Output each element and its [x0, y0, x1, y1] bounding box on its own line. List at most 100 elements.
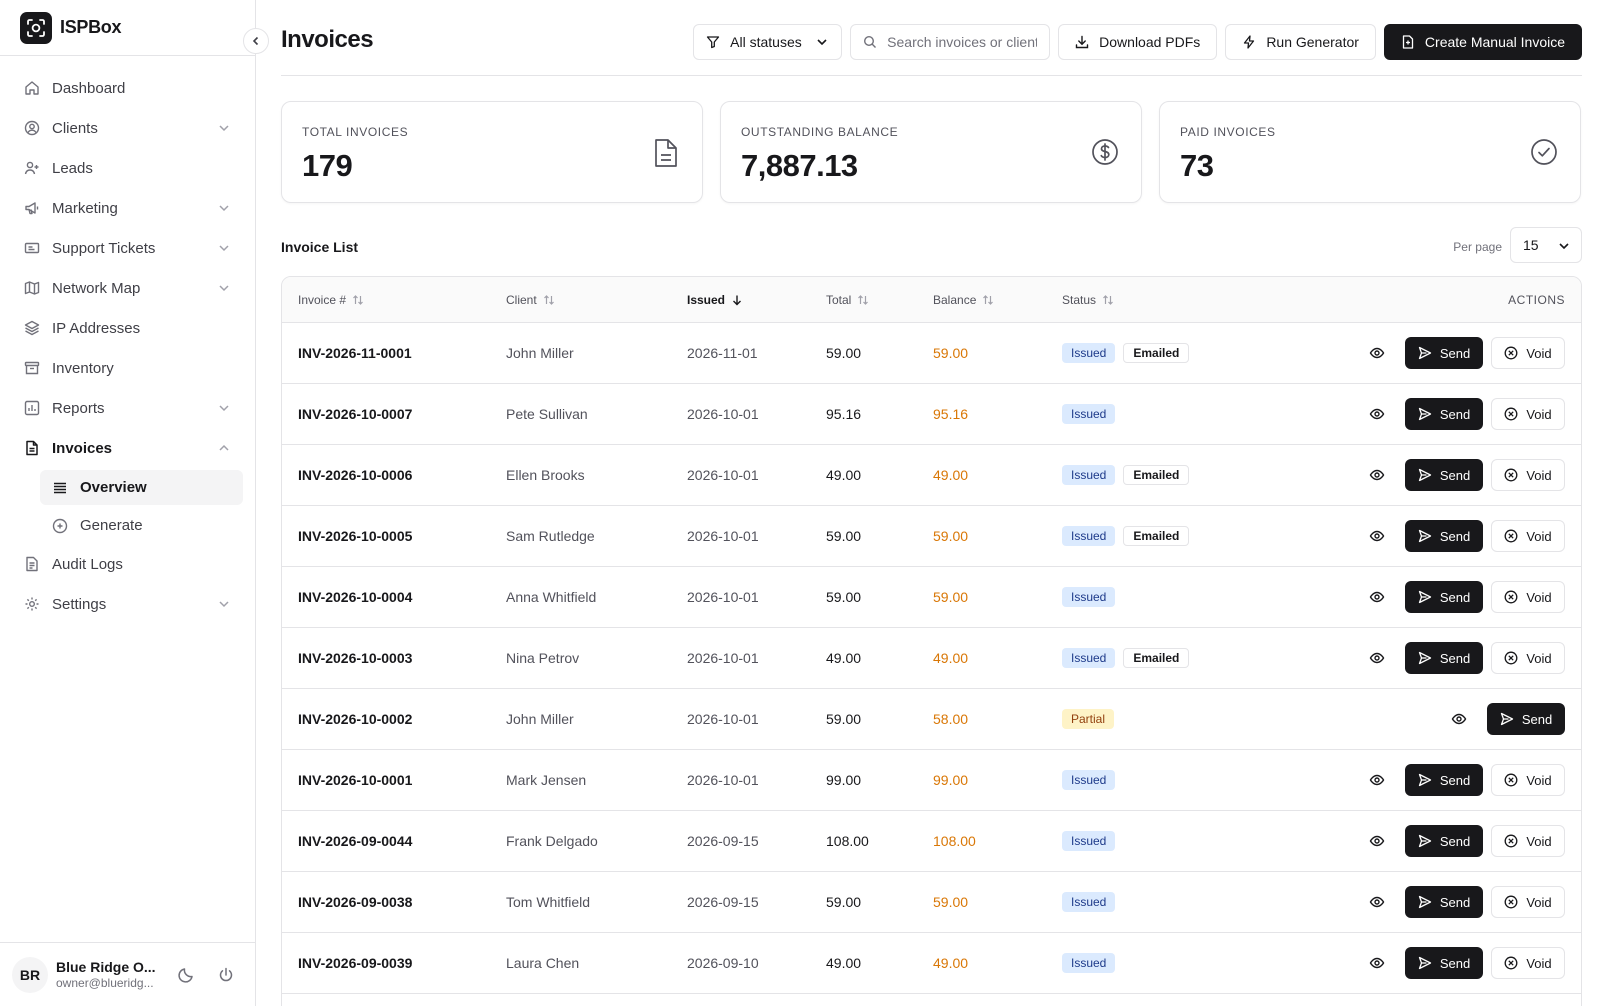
invoice-number[interactable]: INV-2026-10-0002: [298, 711, 412, 727]
void-button[interactable]: Void: [1491, 581, 1565, 613]
void-label: Void: [1526, 955, 1552, 971]
search-input[interactable]: [887, 34, 1038, 50]
sidebar-subitem-overview[interactable]: Overview: [40, 470, 243, 505]
invoice-number[interactable]: INV-2026-10-0007: [298, 406, 412, 422]
send-button[interactable]: Send: [1405, 764, 1483, 796]
void-button[interactable]: Void: [1491, 947, 1565, 979]
table-row[interactable]: INV-2026-10-0001 Mark Jensen 2026-10-01 …: [282, 750, 1581, 811]
table-row[interactable]: INV-2026-10-0002 John Miller 2026-10-01 …: [282, 689, 1581, 750]
sidebar-item-dashboard[interactable]: Dashboard: [12, 70, 243, 106]
view-button[interactable]: [1357, 459, 1397, 491]
run-generator-button[interactable]: Run Generator: [1225, 24, 1376, 60]
send-button[interactable]: Send: [1405, 337, 1483, 369]
void-button[interactable]: Void: [1491, 764, 1565, 796]
search-icon: [864, 35, 877, 48]
send-button[interactable]: Send: [1405, 581, 1483, 613]
view-button[interactable]: [1357, 337, 1397, 369]
search-box[interactable]: [850, 24, 1051, 60]
sidebar-item-ip-addresses[interactable]: IP Addresses: [12, 310, 243, 346]
moon-icon: [178, 967, 193, 983]
table-body: INV-2026-11-0001 John Miller 2026-11-01 …: [282, 323, 1581, 994]
sidebar-item-network-map[interactable]: Network Map: [12, 270, 243, 306]
sidebar-item-invoices[interactable]: Invoices: [12, 430, 243, 466]
view-button[interactable]: [1357, 764, 1397, 796]
send-label: Send: [1439, 406, 1471, 422]
send-button[interactable]: Send: [1405, 398, 1483, 430]
view-button[interactable]: [1357, 520, 1397, 552]
brand[interactable]: ISPBox: [0, 0, 255, 56]
void-button[interactable]: Void: [1491, 337, 1565, 369]
table-row[interactable]: INV-2026-10-0005 Sam Rutledge 2026-10-01…: [282, 506, 1581, 567]
column-header-status[interactable]: Status: [1062, 293, 1114, 307]
invoice-total: 59.00: [826, 345, 862, 361]
status-badge: Issued: [1062, 770, 1116, 790]
column-header-invoice[interactable]: Invoice #: [298, 293, 364, 307]
void-button[interactable]: Void: [1491, 825, 1565, 857]
invoice-number[interactable]: INV-2026-11-0001: [298, 345, 412, 361]
view-button[interactable]: [1357, 947, 1397, 979]
send-button[interactable]: Send: [1405, 825, 1483, 857]
chevron-down-icon: [219, 601, 229, 608]
invoice-number[interactable]: INV-2026-09-0039: [298, 955, 412, 971]
invoice-number[interactable]: INV-2026-10-0005: [298, 528, 412, 544]
invoice-number[interactable]: INV-2026-10-0006: [298, 467, 412, 483]
column-header-balance[interactable]: Balance: [933, 293, 994, 307]
send-button[interactable]: Send: [1405, 947, 1483, 979]
view-button[interactable]: [1357, 886, 1397, 918]
void-button[interactable]: Void: [1491, 886, 1565, 918]
view-button[interactable]: [1439, 703, 1479, 735]
sidebar-item-support-tickets[interactable]: Support Tickets: [12, 230, 243, 266]
send-button[interactable]: Send: [1405, 520, 1483, 552]
per-page-select[interactable]: 15: [1510, 227, 1582, 263]
stat-label: OUTSTANDING BALANCE: [741, 125, 899, 139]
sidebar-item-clients[interactable]: Clients: [12, 110, 243, 146]
table-row[interactable]: INV-2026-11-0001 John Miller 2026-11-01 …: [282, 323, 1581, 384]
avatar[interactable]: BR: [12, 956, 48, 993]
table-row[interactable]: INV-2026-10-0006 Ellen Brooks 2026-10-01…: [282, 445, 1581, 506]
create-manual-invoice-button[interactable]: Create Manual Invoice: [1383, 24, 1582, 60]
sidebar-item-label: Clients: [52, 119, 98, 137]
sidebar-subitem-generate[interactable]: Generate: [40, 508, 243, 543]
view-button[interactable]: [1357, 825, 1397, 857]
app-name: ISPBox: [60, 17, 122, 37]
send-button[interactable]: Send: [1405, 642, 1483, 674]
invoice-number[interactable]: INV-2026-10-0004: [298, 589, 412, 605]
column-header-total[interactable]: Total: [826, 293, 869, 307]
invoice-number[interactable]: INV-2026-09-0044: [298, 833, 412, 849]
column-header-issued[interactable]: Issued: [687, 293, 743, 307]
table-row[interactable]: INV-2026-09-0039 Laura Chen 2026-09-10 4…: [282, 933, 1581, 994]
table-row[interactable]: INV-2026-10-0004 Anna Whitfield 2026-10-…: [282, 567, 1581, 628]
invoice-number[interactable]: INV-2026-09-0038: [298, 894, 412, 910]
row-actions: Send Void: [1357, 825, 1565, 857]
column-header-client[interactable]: Client: [506, 293, 555, 307]
send-button[interactable]: Send: [1487, 703, 1565, 735]
theme-toggle-button[interactable]: [170, 959, 202, 991]
void-button[interactable]: Void: [1491, 520, 1565, 552]
sidebar-item-leads[interactable]: Leads: [12, 150, 243, 186]
send-button[interactable]: Send: [1405, 886, 1483, 918]
sidebar-collapse-button[interactable]: [243, 28, 269, 54]
invoice-number[interactable]: INV-2026-10-0001: [298, 772, 412, 788]
view-button[interactable]: [1357, 398, 1397, 430]
sidebar-item-settings[interactable]: Settings: [12, 586, 243, 622]
void-button[interactable]: Void: [1491, 642, 1565, 674]
table-row[interactable]: INV-2026-10-0007 Pete Sullivan 2026-10-0…: [282, 384, 1581, 445]
void-button[interactable]: Void: [1491, 459, 1565, 491]
sidebar-item-inventory[interactable]: Inventory: [12, 350, 243, 386]
power-icon: [219, 967, 233, 981]
table-row[interactable]: INV-2026-10-0003 Nina Petrov 2026-10-01 …: [282, 628, 1581, 689]
logout-button[interactable]: [210, 959, 242, 991]
void-button[interactable]: Void: [1491, 398, 1565, 430]
download-pdfs-button[interactable]: Download PDFs: [1058, 24, 1218, 60]
view-button[interactable]: [1357, 642, 1397, 674]
sidebar-item-audit-logs[interactable]: Audit Logs: [12, 546, 243, 582]
table-row[interactable]: INV-2026-09-0038 Tom Whitfield 2026-09-1…: [282, 872, 1581, 933]
sidebar-item-reports[interactable]: Reports: [12, 390, 243, 426]
table-row[interactable]: INV-2026-09-0044 Frank Delgado 2026-09-1…: [282, 811, 1581, 872]
sidebar-item-marketing[interactable]: Marketing: [12, 190, 243, 226]
status-filter-select[interactable]: All statuses: [693, 24, 843, 60]
invoice-number[interactable]: INV-2026-10-0003: [298, 650, 412, 666]
send-button[interactable]: Send: [1405, 459, 1483, 491]
view-button[interactable]: [1357, 581, 1397, 613]
invoice-balance: 95.16: [933, 406, 969, 422]
